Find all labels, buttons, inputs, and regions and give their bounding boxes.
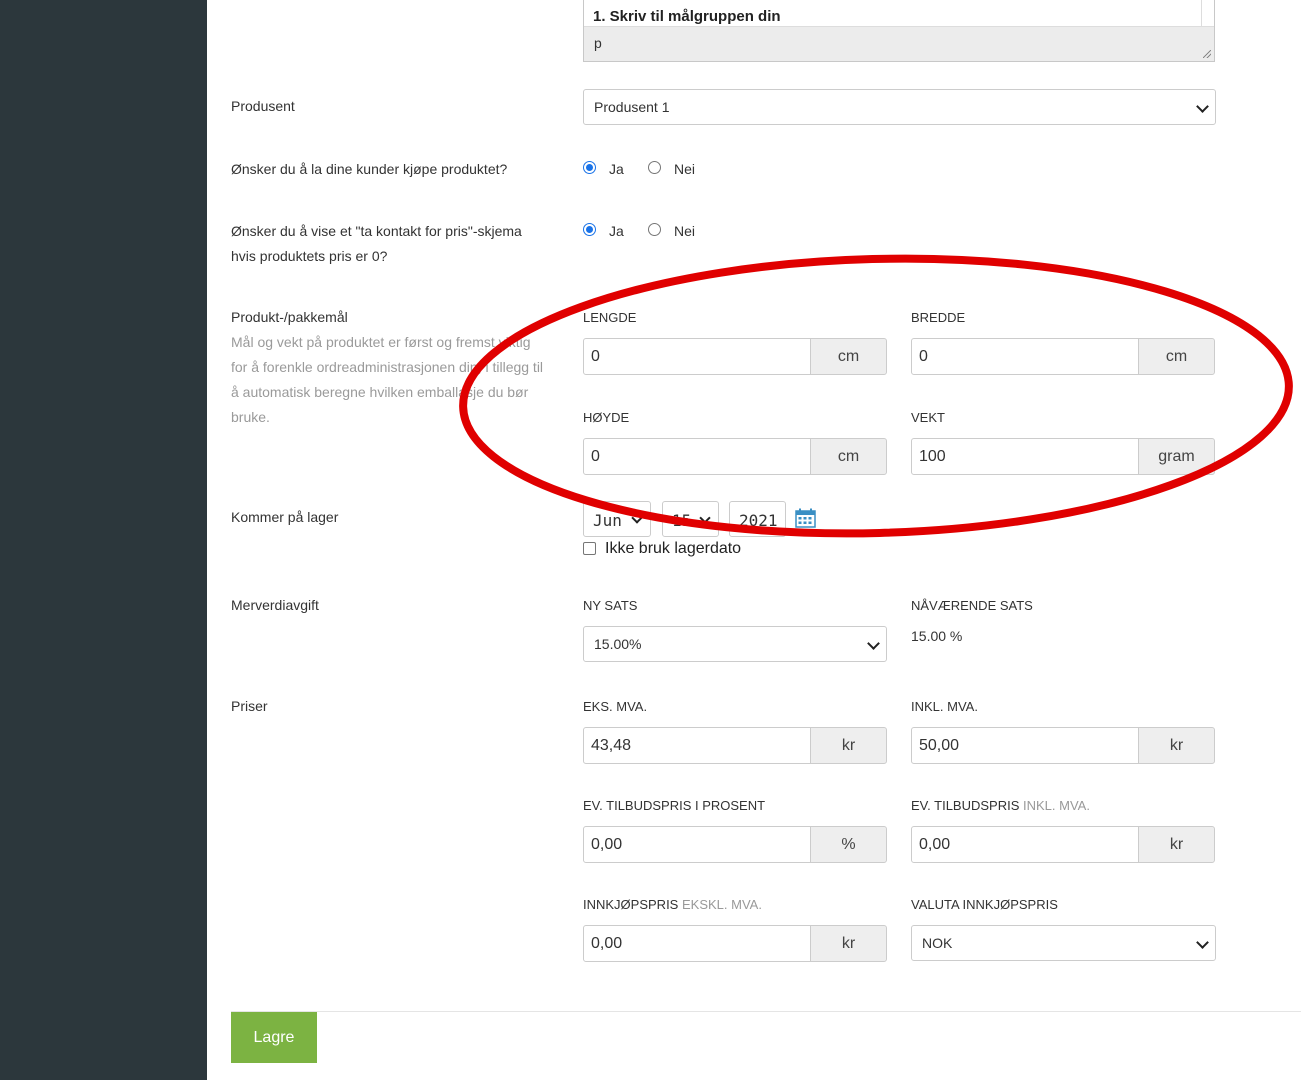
- stock-label: Kommer på lager: [231, 509, 339, 525]
- dimensions-help-line2: for å forenkle ordreadministrasjonen din…: [231, 359, 544, 375]
- sidebar: [0, 0, 207, 1080]
- price-inc-unit: kr: [1138, 727, 1215, 764]
- buy-no-radio[interactable]: [648, 161, 661, 174]
- purchase-currency-select[interactable]: NOK: [911, 925, 1216, 961]
- contact-yes-radio[interactable]: [583, 223, 596, 236]
- dimensions-help-line3: å automatisk beregne hvilken emballasje …: [231, 384, 529, 400]
- price-ex-group: 43,48 kr: [583, 727, 887, 764]
- producer-label: Produsent: [231, 98, 295, 114]
- width-input-group: 0 cm: [911, 338, 1215, 375]
- height-caption: HØYDE: [583, 410, 630, 425]
- width-unit: cm: [1138, 338, 1215, 375]
- dimensions-label: Produkt-/pakkemål: [231, 309, 348, 325]
- width-caption: BREDDE: [911, 310, 966, 325]
- prices-label: Priser: [231, 698, 268, 714]
- buy-question-label: Ønsker du å la dine kunder kjøpe produkt…: [231, 161, 508, 177]
- purchase-price-input[interactable]: 0,00: [583, 925, 811, 962]
- contact-no-radio[interactable]: [648, 223, 661, 236]
- divider: [231, 1011, 1301, 1012]
- no-stock-date-checkbox[interactable]: [583, 542, 596, 555]
- vat-rate-select[interactable]: 15.00%: [583, 626, 887, 662]
- price-ex-unit: kr: [810, 727, 887, 764]
- calendar-icon[interactable]: [795, 508, 816, 528]
- chevron-down-icon: [631, 512, 643, 524]
- chevron-down-icon: [1196, 936, 1209, 949]
- length-caption: LENGDE: [583, 310, 637, 325]
- buy-yes-radio[interactable]: [583, 161, 596, 174]
- height-input[interactable]: 0: [583, 438, 811, 475]
- chevron-down-icon: [699, 512, 711, 524]
- vat-current-value: 15.00 %: [911, 628, 963, 644]
- width-input[interactable]: 0: [911, 338, 1139, 375]
- height-input-group: 0 cm: [583, 438, 887, 475]
- chevron-down-icon: [1196, 100, 1209, 113]
- producer-select[interactable]: Produsent 1: [583, 89, 1216, 125]
- offer-percent-input[interactable]: 0,00: [583, 826, 811, 863]
- purchase-price-unit: kr: [810, 925, 887, 962]
- offer-price-input[interactable]: 0,00: [911, 826, 1139, 863]
- offer-price-unit: kr: [1138, 826, 1215, 863]
- stock-year-select[interactable]: 2021: [729, 501, 786, 537]
- price-inc-group: 50,00 kr: [911, 727, 1215, 764]
- description-editor[interactable]: 1. Skriv til målgruppen din p: [583, 0, 1215, 62]
- dimensions-help-line4: bruke.: [231, 409, 270, 425]
- price-inc-caption: INKL. MVA.: [911, 699, 978, 714]
- height-unit: cm: [810, 438, 887, 475]
- price-inc-input[interactable]: 50,00: [911, 727, 1139, 764]
- offer-price-caption: EV. TILBUDSPRIS INKL. MVA.: [911, 798, 1090, 813]
- dimensions-help-line1: Mål og vekt på produktet er først og fre…: [231, 334, 531, 350]
- chevron-down-icon: [867, 637, 880, 650]
- weight-input[interactable]: 100: [911, 438, 1139, 475]
- length-input-group: 0 cm: [583, 338, 887, 375]
- purchase-price-group: 0,00 kr: [583, 925, 887, 962]
- offer-percent-group: 0,00 %: [583, 826, 887, 863]
- price-ex-input[interactable]: 43,48: [583, 727, 811, 764]
- offer-price-group: 0,00 kr: [911, 826, 1215, 863]
- contact-yes-label[interactable]: Ja: [609, 223, 624, 239]
- price-ex-caption: EKS. MVA.: [583, 699, 648, 714]
- contact-no-label[interactable]: Nei: [674, 223, 695, 239]
- offer-percent-unit: %: [810, 826, 887, 863]
- purchase-price-caption: INNKJØPSPRIS EKSKL. MVA.: [583, 897, 762, 912]
- offer-percent-caption: EV. TILBUDSPRIS I PROSENT: [583, 798, 766, 813]
- buy-no-label[interactable]: Nei: [674, 161, 695, 177]
- editor-heading: 1. Skriv til målgruppen din: [584, 0, 1202, 26]
- vat-label: Merverdiavgift: [231, 597, 319, 613]
- purchase-currency-caption: VALUTA INNKJØPSPRIS: [911, 897, 1058, 912]
- weight-unit: gram: [1138, 438, 1215, 475]
- stock-month-select[interactable]: Jun: [583, 501, 651, 537]
- weight-input-group: 100 gram: [911, 438, 1215, 475]
- save-button[interactable]: Lagre: [231, 1012, 317, 1063]
- stock-day-select[interactable]: 15: [662, 501, 719, 537]
- editor-text-area[interactable]: p: [584, 26, 1214, 61]
- no-stock-date-label[interactable]: Ikke bruk lagerdato: [605, 540, 741, 558]
- vat-new-caption: NY SATS: [583, 598, 638, 613]
- buy-yes-label[interactable]: Ja: [609, 161, 624, 177]
- length-unit: cm: [810, 338, 887, 375]
- length-input[interactable]: 0: [583, 338, 811, 375]
- vat-current-caption: NÅVÆRENDE SATS: [911, 598, 1033, 613]
- contact-question-line1: Ønsker du å vise et "ta kontakt for pris…: [231, 223, 522, 239]
- contact-question-line2: hvis produktets pris er 0?: [231, 248, 388, 264]
- resize-handle-icon[interactable]: [1203, 50, 1211, 58]
- weight-caption: VEKT: [911, 410, 945, 425]
